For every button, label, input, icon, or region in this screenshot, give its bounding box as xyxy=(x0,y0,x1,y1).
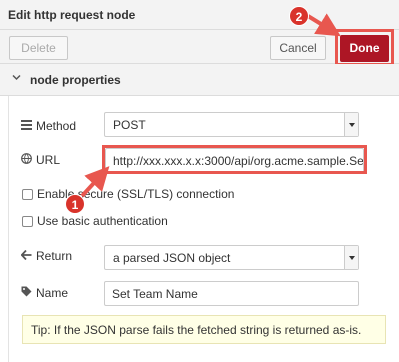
globe-icon xyxy=(20,153,32,167)
method-label-row: Method xyxy=(20,119,76,133)
name-label-row: Name xyxy=(20,286,68,300)
cancel-button[interactable]: Cancel xyxy=(270,36,326,60)
step-1-badge: 1 xyxy=(65,194,85,214)
tag-icon xyxy=(20,286,32,300)
name-label: Name xyxy=(36,286,69,300)
select-arrow-icon xyxy=(344,113,358,136)
auth-checkbox[interactable] xyxy=(22,215,33,227)
name-input[interactable]: Set Team Name xyxy=(104,281,359,306)
auth-checkbox-row[interactable]: Use basic authentication xyxy=(22,214,168,228)
done-highlight-box xyxy=(335,29,394,66)
chevron-down-icon xyxy=(12,73,21,85)
step-2-badge: 2 xyxy=(289,6,309,26)
return-select[interactable]: a parsed JSON object xyxy=(104,245,359,270)
method-select[interactable]: POST xyxy=(104,112,359,137)
list-icon xyxy=(20,119,32,133)
url-label: URL xyxy=(36,153,61,167)
delete-button[interactable]: Delete xyxy=(9,36,68,60)
method-label: Method xyxy=(36,119,77,133)
url-highlight-box xyxy=(102,145,367,174)
dialog-titlebar: Edit http request node xyxy=(0,0,399,30)
return-label: Return xyxy=(36,249,73,263)
node-properties-header[interactable]: node properties xyxy=(0,64,399,96)
return-select-value: a parsed JSON object xyxy=(113,251,231,265)
tip-box: Tip: If the JSON parse fails the fetched… xyxy=(22,315,386,344)
select-arrow-icon xyxy=(344,246,358,269)
method-select-value: POST xyxy=(113,118,146,132)
arrow-left-icon xyxy=(20,249,32,263)
dialog-title: Edit http request node xyxy=(8,8,136,22)
ssl-checkbox[interactable] xyxy=(22,188,33,200)
return-label-row: Return xyxy=(20,249,72,263)
section-label: node properties xyxy=(30,73,121,87)
auth-label: Use basic authentication xyxy=(37,214,168,228)
url-label-row: URL xyxy=(20,153,60,167)
ssl-checkbox-row[interactable]: Enable secure (SSL/TLS) connection xyxy=(22,187,234,201)
